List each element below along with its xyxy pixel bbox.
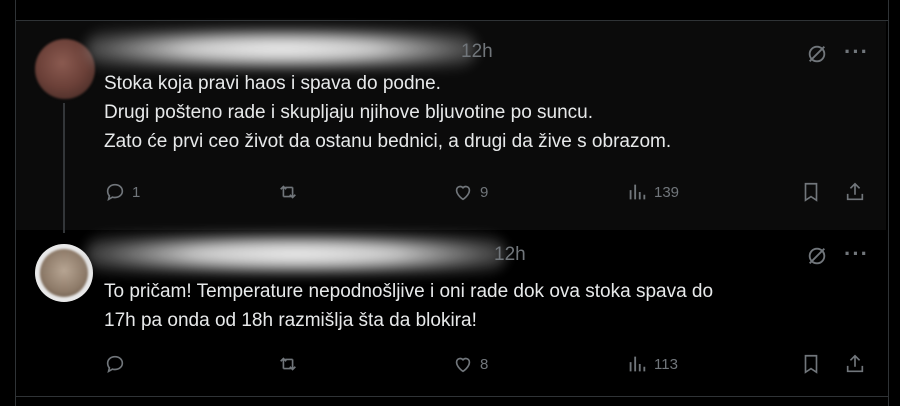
retweet-icon: [280, 357, 296, 371]
retweet-button[interactable]: [277, 351, 299, 377]
avatar-image: [40, 249, 88, 297]
reply-count: 1: [132, 183, 141, 201]
blurred-username: [86, 29, 476, 69]
retweet-button[interactable]: [277, 179, 299, 205]
bookmark-icon: [804, 182, 818, 202]
like-icon: [455, 357, 471, 373]
thread-line: [63, 103, 65, 233]
bookmark-button[interactable]: [800, 179, 822, 205]
share-icon: [846, 354, 864, 373]
views-count: 139: [654, 183, 680, 201]
like-button[interactable]: 8: [452, 351, 488, 377]
reply-button[interactable]: [104, 351, 132, 377]
share-button[interactable]: [844, 351, 866, 377]
tweet-time[interactable]: 12h: [461, 41, 493, 63]
views-button[interactable]: 139: [626, 179, 679, 205]
divider: [15, 396, 888, 397]
action-bar: 1 9 139: [104, 179, 864, 205]
grok-icon[interactable]: [806, 245, 828, 267]
tweet-text: Stoka koja pravi haos i spava do podne. …: [104, 69, 864, 156]
avatar[interactable]: [35, 244, 93, 302]
like-icon: [455, 185, 471, 201]
retweet-icon: [280, 185, 296, 199]
more-icon[interactable]: ···: [844, 241, 869, 267]
more-icon[interactable]: ···: [844, 39, 869, 65]
like-button[interactable]: 9: [452, 179, 488, 205]
bookmark-button[interactable]: [800, 351, 822, 377]
tweet[interactable]: 12h ··· Stoka koja pravi haos i spava do…: [16, 21, 886, 233]
views-icon: [629, 184, 646, 200]
share-icon: [846, 182, 864, 201]
tweet-line: Stoka koja pravi haos i spava do podne.: [104, 73, 441, 94]
views-icon: [629, 356, 646, 372]
bookmark-icon: [804, 354, 818, 374]
tweet[interactable]: 12h ··· To pričam! Temperature nepodnošl…: [16, 230, 886, 396]
tweet-line: To pričam! Temperature nepodnošljive i o…: [104, 281, 714, 302]
grok-icon[interactable]: [806, 43, 828, 65]
reply-icon: [106, 355, 124, 373]
tweet-time[interactable]: 12h: [494, 244, 526, 266]
reply-icon: [106, 183, 124, 201]
reply-button[interactable]: 1: [104, 179, 140, 205]
tweet-text: To pričam! Temperature nepodnošljive i o…: [104, 277, 864, 335]
like-count: 8: [480, 355, 489, 373]
views-button[interactable]: 113: [626, 351, 678, 377]
share-button[interactable]: [844, 179, 866, 205]
like-count: 9: [480, 183, 489, 201]
blurred-username: [86, 234, 506, 274]
tweet-line: Zato će prvi ceo život da ostanu bednici…: [104, 131, 672, 152]
views-count: 113: [654, 355, 678, 373]
tweet-line: Drugi pošteno rade i skupljaju njihove b…: [104, 102, 594, 123]
action-bar: 8 113: [104, 351, 864, 377]
tweet-line: 17h pa onda od 18h razmišlja šta da blok…: [104, 310, 477, 331]
